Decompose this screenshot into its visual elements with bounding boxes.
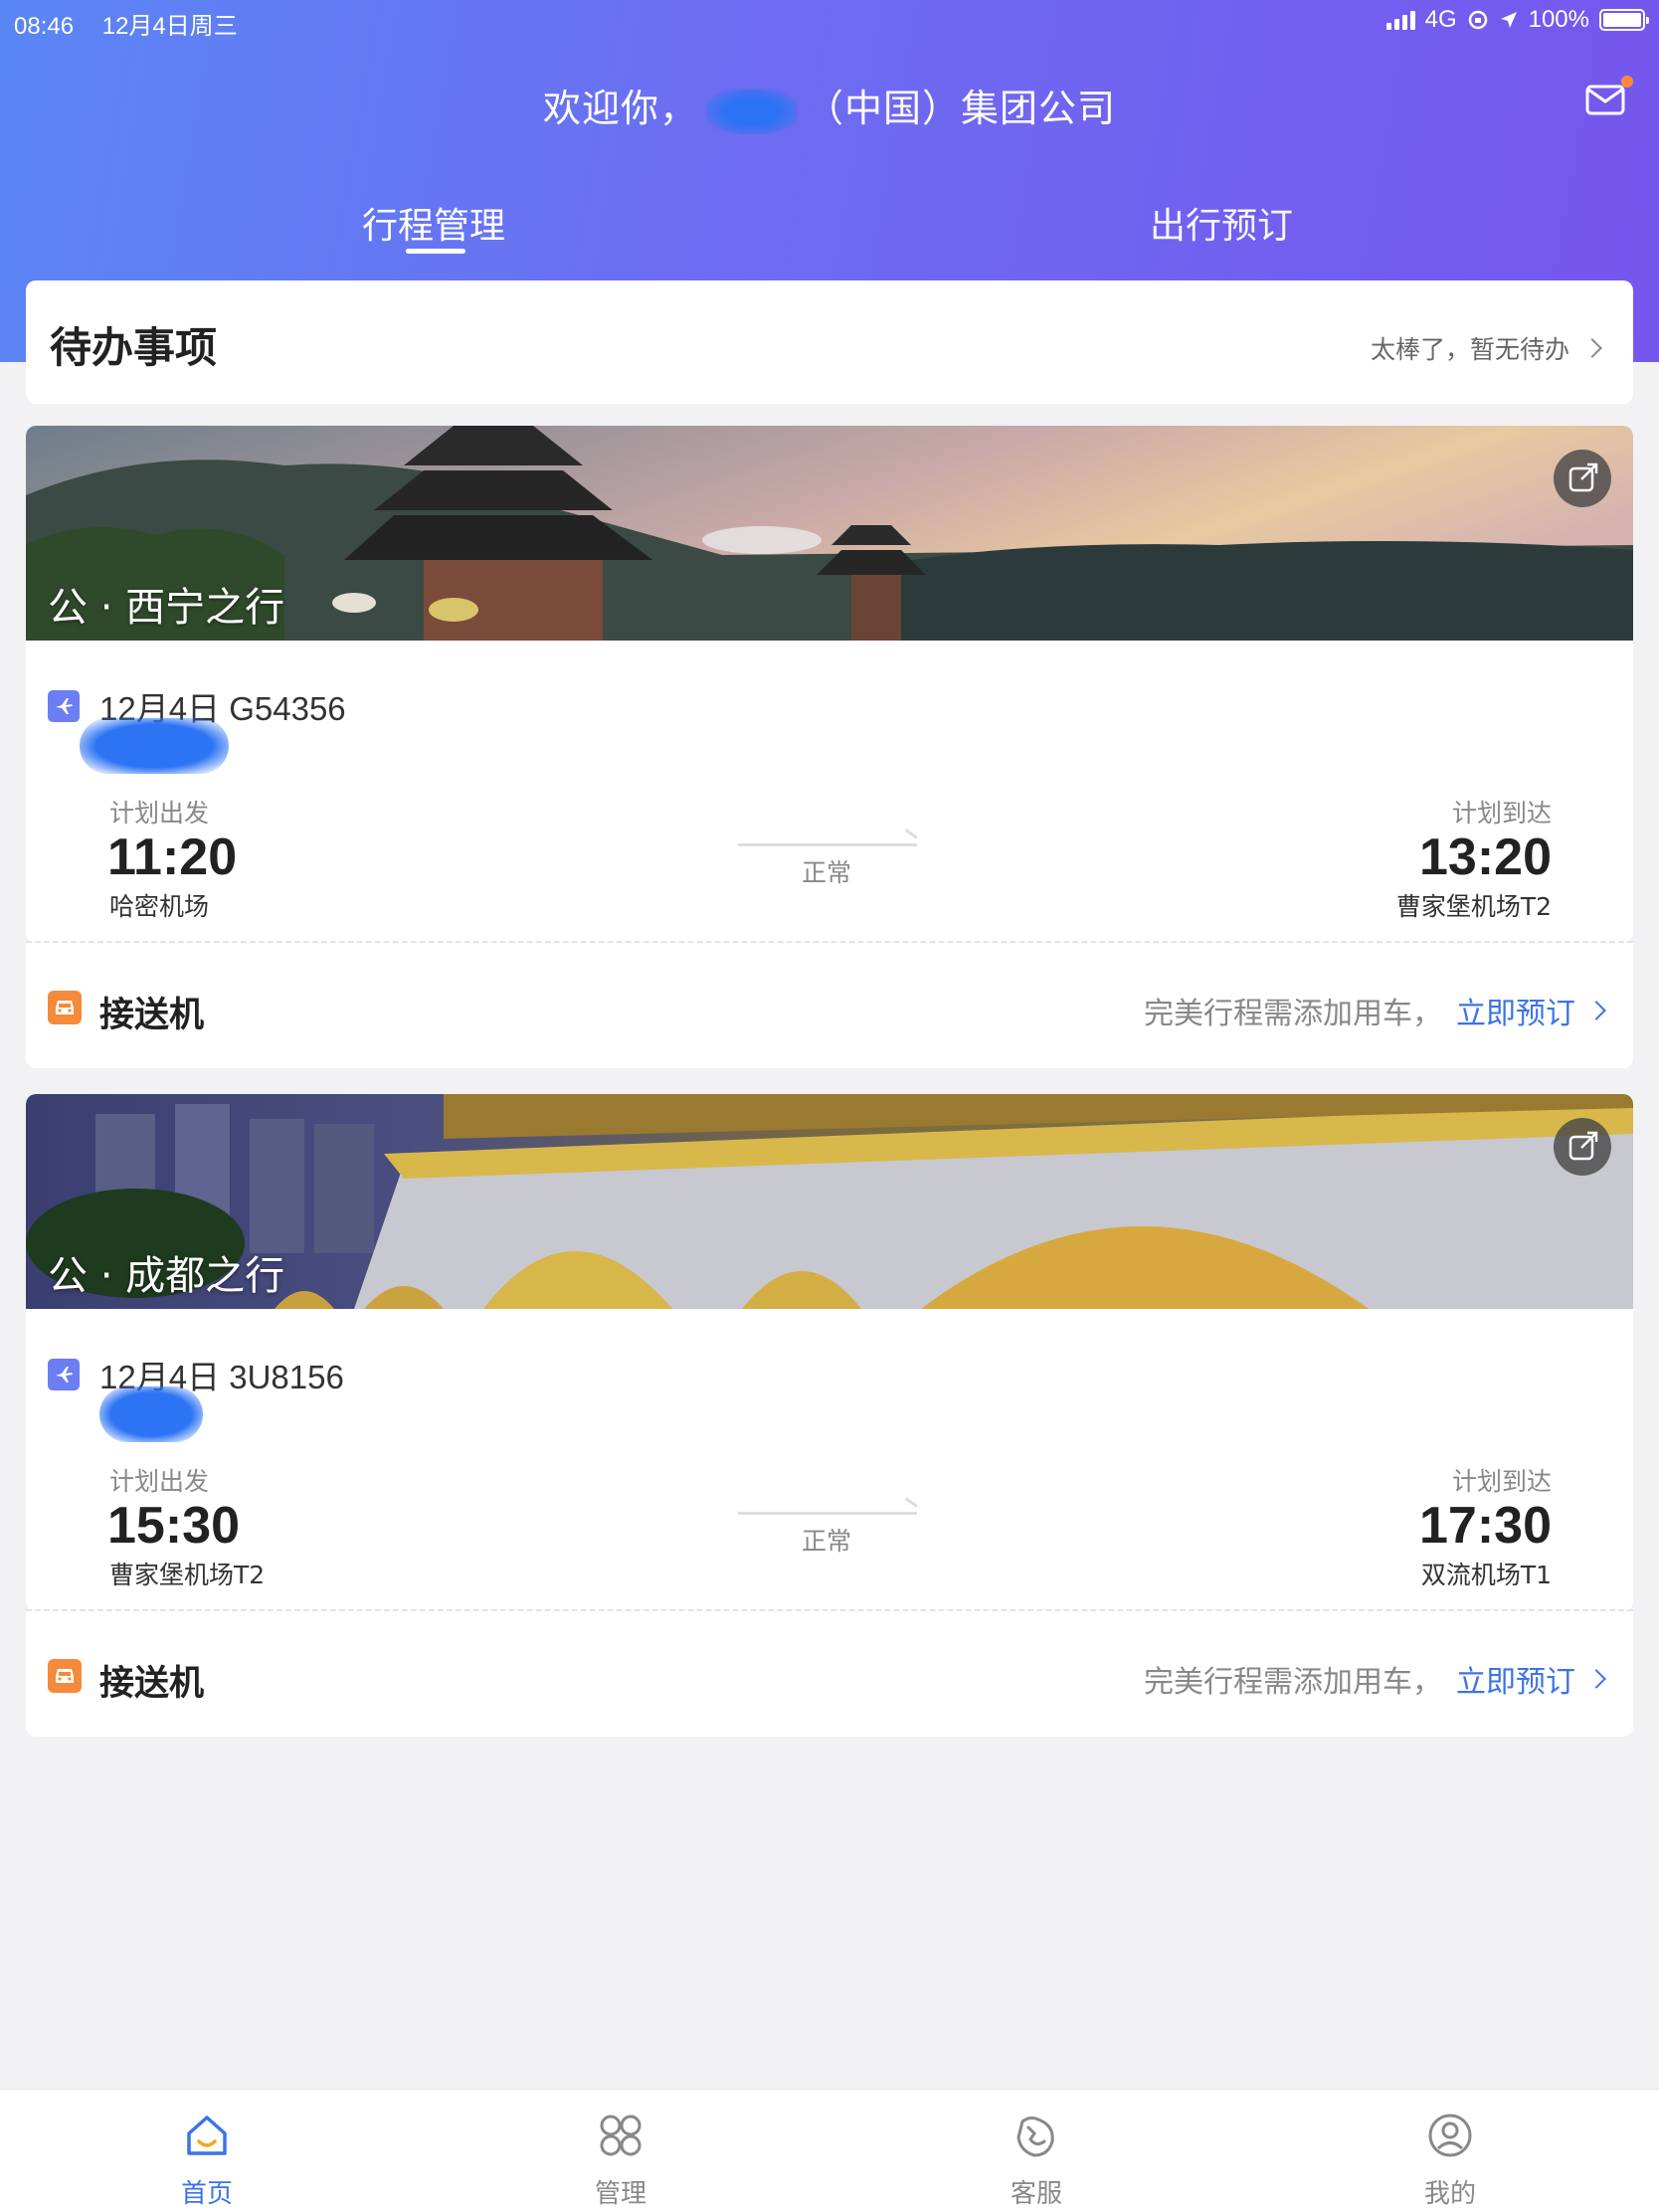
nav-service-label: 客服 — [1010, 2179, 1062, 2209]
nav-profile-label: 我的 — [1423, 2179, 1476, 2209]
tab-travel-booking[interactable]: 出行预订 — [1150, 197, 1293, 249]
trip-card[interactable]: 公 · 成都之行 12月4日 3U8156 计划出发 计划到达 15:30 17… — [26, 1094, 1633, 1611]
departure-label: 计划出发 — [109, 799, 210, 828]
nav-home[interactable]: 首页 — [107, 2090, 306, 2212]
customer-service-icon — [1016, 2116, 1054, 2157]
redacted-passenger — [99, 1386, 203, 1442]
home-icon — [187, 2116, 227, 2155]
share-icon — [1568, 1131, 1598, 1161]
pickup-label: 接送机 — [99, 996, 205, 1035]
book-now-link[interactable]: 立即预订 — [1456, 989, 1575, 1032]
arrival-airport: 曹家堡机场T2 — [1395, 892, 1552, 921]
pickup-card[interactable]: 接送机 完美行程需添加用车， 立即预订 — [26, 943, 1633, 1068]
pickup-hint: 完美行程需添加用车， — [1144, 1665, 1442, 1700]
plane-icon — [48, 690, 80, 722]
network-type: 4G — [1424, 6, 1457, 33]
pickup-label: 接送机 — [99, 1664, 205, 1704]
trip-title: 公 · 成都之行 — [48, 1253, 285, 1299]
book-now-link[interactable]: 立即预订 — [1456, 1657, 1575, 1701]
arrival-time: 17:30 — [1419, 1497, 1552, 1555]
chevron-right-icon — [1582, 338, 1602, 358]
chevron-right-icon — [1586, 1001, 1606, 1020]
todo-status: 太棒了，暂无待办 — [1370, 335, 1569, 364]
active-tab-indicator — [406, 249, 465, 254]
battery-percent: 100% — [1528, 6, 1589, 33]
departure-time: 15:30 — [107, 1497, 240, 1555]
mail-icon[interactable] — [1585, 84, 1625, 117]
arrival-label: 计划到达 — [1451, 1467, 1552, 1496]
arrival-label: 计划到达 — [1451, 799, 1552, 828]
trip-card[interactable]: 公 · 西宁之行 12月4日 G54356 计划出发 计划到达 11:20 13… — [26, 426, 1633, 943]
arrow-right-icon — [738, 1512, 917, 1515]
redacted-passenger — [80, 718, 229, 774]
signal-icon — [1385, 10, 1415, 30]
share-icon — [1568, 462, 1598, 492]
pickup-card[interactable]: 接送机 完美行程需添加用车， 立即预订 — [26, 1611, 1633, 1737]
departure-time: 11:20 — [107, 829, 238, 886]
pickup-hint: 完美行程需添加用车， — [1144, 997, 1442, 1031]
flight-status: 正常 — [802, 1527, 852, 1556]
tab-trip-management[interactable]: 行程管理 — [362, 197, 505, 249]
battery-icon — [1599, 9, 1649, 31]
car-icon — [48, 1659, 82, 1693]
nav-profile[interactable]: 我的 — [1351, 2090, 1550, 2212]
arrival-time: 13:20 — [1419, 829, 1552, 886]
nav-home-label: 首页 — [180, 2179, 233, 2209]
status-bar: 08:46 12月4日周三 4G 100% — [0, 0, 1659, 40]
plane-icon — [48, 1359, 80, 1390]
trip-banner-image: 公 · 成都之行 — [26, 1094, 1633, 1309]
profile-icon — [1428, 2114, 1472, 2157]
bottom-nav: 首页 管理 客服 我的 — [0, 2089, 1659, 2212]
nav-manage-label: 管理 — [594, 2179, 646, 2209]
notification-dot — [1621, 76, 1633, 88]
redacted-name — [706, 88, 798, 134]
nav-manage[interactable]: 管理 — [521, 2090, 720, 2212]
welcome-text: 欢迎你， （中国）集团公司 — [0, 78, 1659, 134]
arrow-right-icon — [738, 843, 917, 846]
car-icon — [48, 991, 82, 1024]
departure-label: 计划出发 — [109, 1467, 210, 1496]
todo-title: 待办事项 — [50, 323, 218, 372]
company-name: （中国）集团公司 — [806, 87, 1117, 130]
location-arrow-icon — [1500, 12, 1517, 28]
top-tabs: 行程管理 出行预订 — [0, 197, 1659, 257]
departure-airport: 哈密机场 — [109, 892, 210, 921]
arrival-airport: 双流机场T1 — [1420, 1561, 1552, 1589]
chevron-right-icon — [1586, 1669, 1606, 1689]
status-time: 08:46 — [14, 13, 75, 40]
todo-card[interactable]: 待办事项 太棒了，暂无待办 — [26, 280, 1633, 404]
share-button[interactable] — [1554, 450, 1611, 507]
share-button[interactable] — [1554, 1118, 1611, 1176]
rotation-lock-icon — [1468, 10, 1487, 30]
welcome-prefix: 欢迎你， — [542, 87, 698, 130]
flight-status: 正常 — [802, 858, 852, 887]
trip-banner-image: 公 · 西宁之行 — [26, 426, 1633, 641]
status-date: 12月4日周三 — [101, 13, 238, 40]
grid-icon — [600, 2115, 642, 2156]
nav-service[interactable]: 客服 — [937, 2090, 1136, 2212]
departure-airport: 曹家堡机场T2 — [109, 1561, 266, 1589]
trip-title: 公 · 西宁之行 — [48, 585, 285, 631]
